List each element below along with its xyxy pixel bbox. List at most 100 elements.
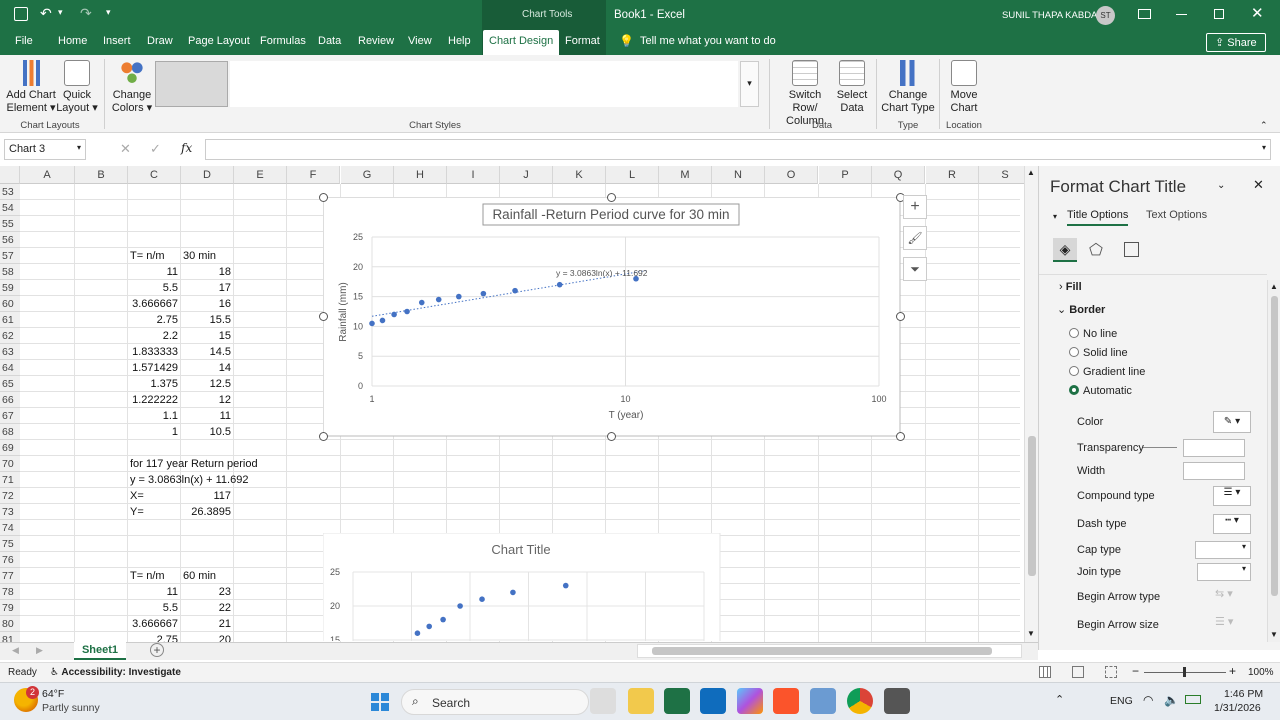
resize-handle-n[interactable] [607,193,616,202]
column-header-h[interactable]: H [394,166,447,184]
row-header-57[interactable]: 57 [0,248,20,264]
data-point[interactable] [480,290,487,297]
chart2-data-point[interactable] [426,623,432,630]
cell-x-value[interactable]: 117 [181,488,231,504]
tray-chevron-icon[interactable]: ⌃ [1055,693,1064,706]
table-cell-rainfall[interactable]: 12 [181,392,231,408]
table-cell-rainfall[interactable]: 17 [181,280,231,296]
resize-handle-e[interactable] [896,312,905,321]
data-point[interactable] [379,317,386,324]
chart2-data-point[interactable] [440,616,446,623]
column-header-f[interactable]: F [287,166,340,184]
pane-scroll-up-icon[interactable]: ▲ [1270,282,1278,291]
table2-cell-t[interactable]: 3.666667 [128,616,178,632]
task-view-icon[interactable] [590,688,616,714]
tab-page-layout[interactable]: Page Layout [188,35,250,47]
table-cell-t[interactable]: 2.2 [128,328,178,344]
border-section[interactable]: ⌄ Border [1057,303,1105,316]
column-header-k[interactable]: K [553,166,606,184]
close-icon[interactable]: ✕ [1251,4,1264,22]
horizontal-scroll-thumb[interactable] [652,647,992,655]
accessibility-status[interactable]: ♿ Accessibility: Investigate [50,667,181,678]
file-explorer-icon[interactable] [628,688,654,714]
row-header-58[interactable]: 58 [0,264,20,280]
column-header-c[interactable]: C [128,166,181,184]
table-cell-rainfall[interactable]: 14 [181,360,231,376]
pane-options-chevron-icon[interactable]: ⌄ [1217,180,1225,191]
trendline-label[interactable]: y = 3.0863ln(x) + 11.692 [556,268,648,278]
row-header-76[interactable]: 76 [0,552,20,568]
chart2-data-point[interactable] [479,596,485,602]
collapse-ribbon-icon[interactable]: ⌃ [1260,120,1268,131]
tab-text-options[interactable]: Text Options [1146,209,1207,221]
zoom-level[interactable]: 100% [1248,667,1274,678]
compound-type-dropdown[interactable]: ☰ ▾ [1213,486,1251,506]
y-axis-title[interactable]: Rainfall (mm) [338,282,349,341]
radio-no-line-icon[interactable] [1069,328,1079,338]
column-header-e[interactable]: E [234,166,287,184]
taskbar-search[interactable]: ⌕ Search [401,689,589,715]
begin-arrow-size-dropdown[interactable]: ☰ ▾ [1215,615,1251,635]
fill-line-icon[interactable]: ◈ [1053,238,1077,262]
row-header-78[interactable]: 78 [0,584,20,600]
expand-formula-icon[interactable]: ▾ [1262,143,1266,152]
change-chart-type-button[interactable]: Change Chart Type [880,60,936,115]
resize-handle-w[interactable] [319,312,328,321]
row-header-56[interactable]: 56 [0,232,20,248]
data-point[interactable] [369,320,375,327]
cell-x-label[interactable]: X= [130,488,144,504]
row-header-63[interactable]: 63 [0,344,20,360]
chart2-data-point[interactable] [562,582,569,589]
table-cell-t[interactable]: 5.5 [128,280,178,296]
radio-automatic[interactable]: Automatic [1069,385,1132,397]
switch-row-column-button[interactable]: Switch Row/ Column [776,60,834,128]
calculator-icon[interactable] [884,688,910,714]
table-cell-t[interactable]: 1 [128,424,178,440]
column-header-m[interactable]: M [659,166,712,184]
tab-file[interactable]: File [15,35,33,47]
tab-review[interactable]: Review [358,35,394,47]
sheet-next-icon[interactable]: ▶ [36,645,43,656]
chart-style-1[interactable] [155,61,228,107]
column-header-p[interactable]: P [819,166,872,184]
insert-function-icon[interactable]: fx [181,141,192,155]
chart2-title[interactable]: Chart Title [491,542,550,557]
radio-gradient-line-icon[interactable] [1069,366,1079,376]
minimize-icon[interactable] [1176,14,1187,16]
resize-handle-s[interactable] [607,432,616,441]
radio-no-line[interactable]: No line [1069,328,1117,340]
select-data-button[interactable]: Select Data [834,60,870,115]
dash-type-dropdown[interactable]: ┅ ▾ [1213,514,1251,534]
radio-automatic-icon[interactable] [1069,385,1079,395]
undo-dropdown-icon[interactable]: ▾ [58,7,63,18]
move-chart-button[interactable]: Move Chart [944,60,984,115]
clock-time[interactable]: 1:46 PM [1224,688,1263,700]
radio-gradient-line[interactable]: Gradient line [1069,366,1145,378]
scroll-up-icon[interactable]: ▲ [1027,168,1035,177]
weather-desc[interactable]: Partly sunny [42,702,100,714]
x-axis-title[interactable]: T (year) [609,410,644,421]
volume-icon[interactable]: 🔈 [1164,693,1179,707]
add-chart-element-button[interactable]: Add Chart Element ▾ [6,60,56,115]
chevron-down-icon[interactable]: ▾ [77,143,81,152]
row-header-68[interactable]: 68 [0,424,20,440]
row-header-66[interactable]: 66 [0,392,20,408]
row-header-67[interactable]: 67 [0,408,20,424]
transparency-input[interactable] [1183,439,1245,457]
tab-title-options[interactable]: Title Options [1067,209,1129,226]
row-header-55[interactable]: 55 [0,216,20,232]
chart-filter-icon[interactable]: ⏷ [903,257,927,281]
row-header-75[interactable]: 75 [0,536,20,552]
row-header-77[interactable]: 77 [0,568,20,584]
zoom-slider-thumb[interactable] [1183,667,1186,677]
share-button[interactable]: ⇪ Share [1206,33,1266,52]
page-break-view-icon[interactable] [1105,666,1117,678]
row-header-64[interactable]: 64 [0,360,20,376]
store-icon[interactable] [700,688,726,714]
battery-icon[interactable] [1185,695,1201,704]
table-cell-rainfall[interactable]: 15.5 [181,312,231,328]
copilot-icon[interactable] [737,688,763,714]
column-header-i[interactable]: I [447,166,500,184]
clock-date[interactable]: 1/31/2026 [1214,702,1261,714]
fill-section[interactable]: › Fill [1059,281,1082,293]
